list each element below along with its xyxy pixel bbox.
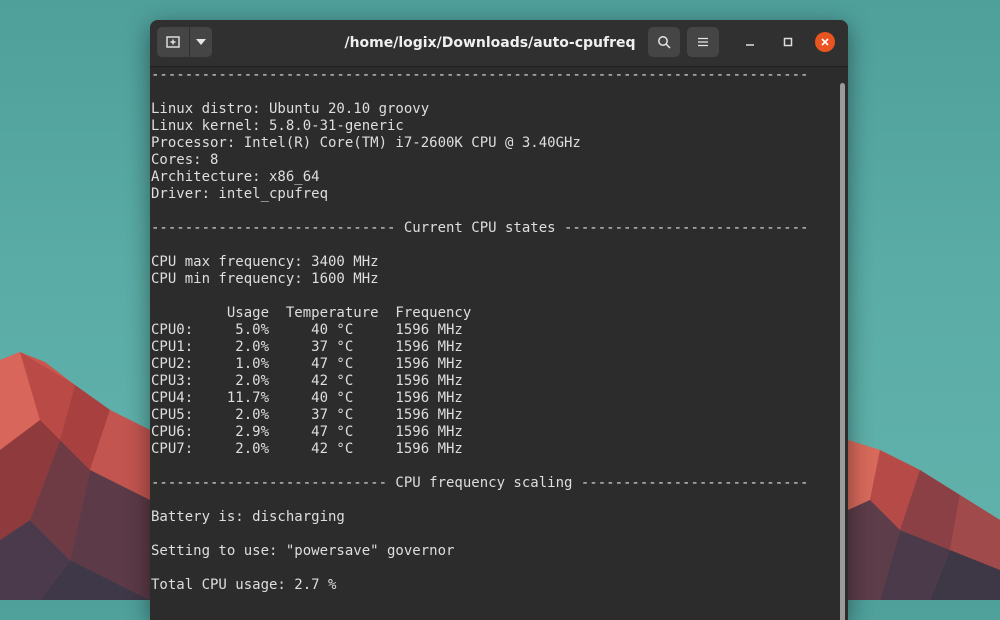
terminal-line: Driver: intel_cpufreq bbox=[151, 186, 329, 202]
terminal-line: ----------------------------- Current CP… bbox=[151, 220, 809, 236]
chevron-down-icon bbox=[196, 39, 206, 45]
terminal-line: Total CPU usage: 2.7 % bbox=[151, 577, 337, 593]
terminal-line: ----------------------------------------… bbox=[151, 67, 809, 83]
terminal-line: CPU0: 5.0% 40 °C 1596 MHz bbox=[151, 322, 463, 338]
terminal-line: Processor: Intel(R) Core(TM) i7-2600K CP… bbox=[151, 135, 581, 151]
terminal-line: Linux kernel: 5.8.0-31-generic bbox=[151, 118, 404, 134]
terminal-line: Battery is: discharging bbox=[151, 509, 345, 525]
menu-button[interactable] bbox=[687, 27, 719, 57]
terminal-line: CPU6: 2.9% 47 °C 1596 MHz bbox=[151, 424, 463, 440]
minimize-icon bbox=[746, 44, 754, 46]
maximize-icon bbox=[783, 37, 793, 47]
terminal-scrollbar[interactable] bbox=[839, 67, 847, 620]
terminal-window: /home/logix/Downloads/auto-cpufreq -----… bbox=[150, 20, 848, 620]
terminal-line: CPU7: 2.0% 42 °C 1596 MHz bbox=[151, 441, 463, 457]
terminal-line: CPU5: 2.0% 37 °C 1596 MHz bbox=[151, 407, 463, 423]
terminal-line: Linux distro: Ubuntu 20.10 groovy bbox=[151, 101, 430, 117]
hamburger-menu-icon bbox=[698, 37, 708, 47]
close-button[interactable] bbox=[815, 32, 835, 52]
terminal-output[interactable]: ----------------------------------------… bbox=[150, 67, 840, 620]
new-tab-button[interactable] bbox=[157, 27, 189, 57]
new-tab-icon bbox=[166, 36, 180, 48]
terminal-line: Cores: 8 bbox=[151, 152, 219, 168]
terminal-line: ---------------------------- CPU frequen… bbox=[151, 475, 809, 491]
terminal-line: Usage Temperature Frequency bbox=[151, 305, 472, 321]
terminal-line: CPU4: 11.7% 40 °C 1596 MHz bbox=[151, 390, 463, 406]
window-title: /home/logix/Downloads/auto-cpufreq bbox=[344, 35, 636, 51]
terminal-line: CPU max frequency: 3400 MHz bbox=[151, 254, 379, 270]
search-button[interactable] bbox=[648, 27, 680, 57]
terminal-line: CPU min frequency: 1600 MHz bbox=[151, 271, 379, 287]
terminal-line: CPU1: 2.0% 37 °C 1596 MHz bbox=[151, 339, 463, 355]
close-icon bbox=[821, 38, 829, 46]
minimize-button[interactable] bbox=[740, 32, 760, 52]
scrollbar-thumb[interactable] bbox=[840, 83, 845, 620]
search-icon bbox=[658, 36, 671, 49]
maximize-button[interactable] bbox=[778, 32, 798, 52]
terminal-line: Setting to use: "powersave" governor bbox=[151, 543, 455, 559]
title-bar[interactable]: /home/logix/Downloads/auto-cpufreq bbox=[150, 20, 848, 67]
terminal-line: CPU2: 1.0% 47 °C 1596 MHz bbox=[151, 356, 463, 372]
terminal-line: Architecture: x86_64 bbox=[151, 169, 320, 185]
terminal-line: CPU3: 2.0% 42 °C 1596 MHz bbox=[151, 373, 463, 389]
new-tab-dropdown-button[interactable] bbox=[190, 27, 212, 57]
